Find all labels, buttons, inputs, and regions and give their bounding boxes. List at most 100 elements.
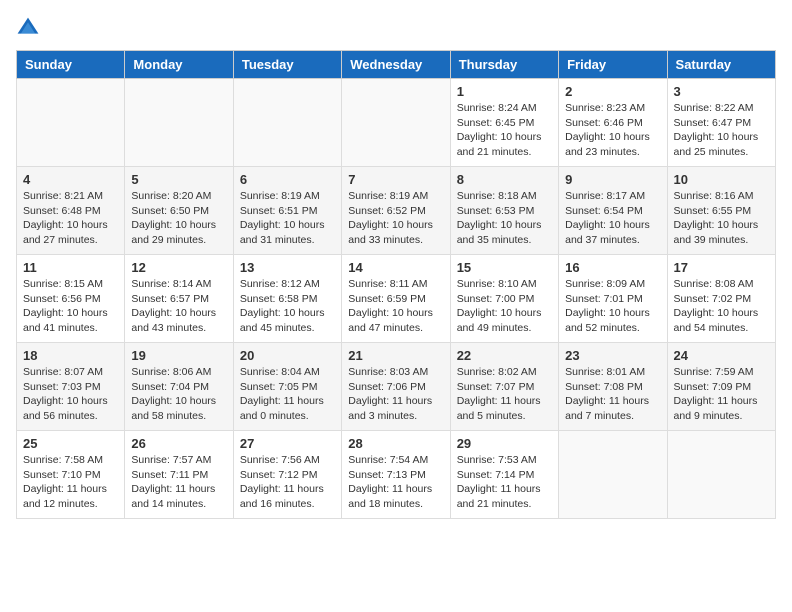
day-cell: [342, 79, 450, 167]
calendar-header-row: SundayMondayTuesdayWednesdayThursdayFrid…: [17, 51, 776, 79]
day-number: 17: [674, 260, 769, 275]
day-info: Sunrise: 8:19 AM Sunset: 6:51 PM Dayligh…: [240, 189, 335, 248]
day-cell: 20 Sunrise: 8:04 AM Sunset: 7:05 PM Dayli…: [233, 343, 341, 431]
day-cell: 11 Sunrise: 8:15 AM Sunset: 6:56 PM Dayli…: [17, 255, 125, 343]
day-cell: 6 Sunrise: 8:19 AM Sunset: 6:51 PM Daylig…: [233, 167, 341, 255]
day-number: 6: [240, 172, 335, 187]
logo-icon: [16, 16, 40, 40]
day-number: 20: [240, 348, 335, 363]
day-number: 27: [240, 436, 335, 451]
day-cell: [233, 79, 341, 167]
day-cell: 23Sunrise: 8:01 AM Sunset: 7:08 PM Dayli…: [559, 343, 667, 431]
day-info: Sunrise: 8:14 AM Sunset: 6:57 PM Dayligh…: [131, 277, 226, 336]
day-cell: [667, 431, 775, 519]
day-info: Sunrise: 8:19 AM Sunset: 6:52 PM Dayligh…: [348, 189, 443, 248]
day-cell: 24 Sunrise: 7:59 AM Sunset: 7:09 PM Dayli…: [667, 343, 775, 431]
day-info: Sunrise: 8:08 AM Sunset: 7:02 PM Dayligh…: [674, 277, 769, 336]
day-number: 18: [23, 348, 118, 363]
day-info: Sunrise: 8:02 AM Sunset: 7:07 PM Dayligh…: [457, 365, 552, 424]
day-info: Sunrise: 8:10 AM Sunset: 7:00 PM Dayligh…: [457, 277, 552, 336]
day-info: Sunrise: 7:53 AM Sunset: 7:14 PM Dayligh…: [457, 453, 552, 512]
day-info: Sunrise: 7:54 AM Sunset: 7:13 PM Dayligh…: [348, 453, 443, 512]
day-info: Sunrise: 8:20 AM Sunset: 6:50 PM Dayligh…: [131, 189, 226, 248]
logo: [16, 16, 44, 40]
day-info: Sunrise: 8:15 AM Sunset: 6:56 PM Dayligh…: [23, 277, 118, 336]
day-cell: 4Sunrise: 8:21 AM Sunset: 6:48 PM Daylig…: [17, 167, 125, 255]
column-header-sunday: Sunday: [17, 51, 125, 79]
day-cell: [559, 431, 667, 519]
day-cell: 2 Sunrise: 8:23 AM Sunset: 6:46 PM Daylig…: [559, 79, 667, 167]
day-number: 3: [674, 84, 769, 99]
day-number: 5: [131, 172, 226, 187]
week-row-5: 25 Sunrise: 7:58 AM Sunset: 7:10 PM Dayli…: [17, 431, 776, 519]
day-cell: 3 Sunrise: 8:22 AM Sunset: 6:47 PM Daylig…: [667, 79, 775, 167]
day-cell: 29 Sunrise: 7:53 AM Sunset: 7:14 PM Dayli…: [450, 431, 558, 519]
day-info: Sunrise: 7:59 AM Sunset: 7:09 PM Dayligh…: [674, 365, 769, 424]
day-info: Sunrise: 7:56 AM Sunset: 7:12 PM Dayligh…: [240, 453, 335, 512]
day-info: Sunrise: 8:22 AM Sunset: 6:47 PM Dayligh…: [674, 101, 769, 160]
day-number: 10: [674, 172, 769, 187]
week-row-4: 18 Sunrise: 8:07 AM Sunset: 7:03 PM Dayli…: [17, 343, 776, 431]
calendar-table: SundayMondayTuesdayWednesdayThursdayFrid…: [16, 50, 776, 519]
header: [16, 16, 776, 40]
day-cell: [125, 79, 233, 167]
day-info: Sunrise: 7:58 AM Sunset: 7:10 PM Dayligh…: [23, 453, 118, 512]
day-info: Sunrise: 8:21 AM Sunset: 6:48 PM Dayligh…: [23, 189, 118, 248]
day-cell: 5 Sunrise: 8:20 AM Sunset: 6:50 PM Daylig…: [125, 167, 233, 255]
day-cell: 19 Sunrise: 8:06 AM Sunset: 7:04 PM Dayli…: [125, 343, 233, 431]
column-header-friday: Friday: [559, 51, 667, 79]
day-cell: 18 Sunrise: 8:07 AM Sunset: 7:03 PM Dayli…: [17, 343, 125, 431]
day-info: Sunrise: 8:07 AM Sunset: 7:03 PM Dayligh…: [23, 365, 118, 424]
day-info: Sunrise: 8:24 AM Sunset: 6:45 PM Dayligh…: [457, 101, 552, 160]
column-header-tuesday: Tuesday: [233, 51, 341, 79]
day-info: Sunrise: 8:23 AM Sunset: 6:46 PM Dayligh…: [565, 101, 660, 160]
day-cell: 21 Sunrise: 8:03 AM Sunset: 7:06 PM Dayli…: [342, 343, 450, 431]
day-cell: [17, 79, 125, 167]
day-number: 25: [23, 436, 118, 451]
day-info: Sunrise: 8:03 AM Sunset: 7:06 PM Dayligh…: [348, 365, 443, 424]
day-number: 14: [348, 260, 443, 275]
day-info: Sunrise: 8:18 AM Sunset: 6:53 PM Dayligh…: [457, 189, 552, 248]
day-cell: 12 Sunrise: 8:14 AM Sunset: 6:57 PM Dayli…: [125, 255, 233, 343]
day-number: 15: [457, 260, 552, 275]
day-info: Sunrise: 8:11 AM Sunset: 6:59 PM Dayligh…: [348, 277, 443, 336]
day-number: 22: [457, 348, 552, 363]
day-number: 26: [131, 436, 226, 451]
day-number: 9: [565, 172, 660, 187]
day-cell: 1 Sunrise: 8:24 AM Sunset: 6:45 PM Daylig…: [450, 79, 558, 167]
day-cell: 10 Sunrise: 8:16 AM Sunset: 6:55 PM Dayli…: [667, 167, 775, 255]
day-cell: 26 Sunrise: 7:57 AM Sunset: 7:11 PM Dayli…: [125, 431, 233, 519]
day-cell: 8 Sunrise: 8:18 AM Sunset: 6:53 PM Daylig…: [450, 167, 558, 255]
day-number: 8: [457, 172, 552, 187]
day-number: 12: [131, 260, 226, 275]
day-cell: 22 Sunrise: 8:02 AM Sunset: 7:07 PM Dayli…: [450, 343, 558, 431]
week-row-2: 4Sunrise: 8:21 AM Sunset: 6:48 PM Daylig…: [17, 167, 776, 255]
week-row-1: 1 Sunrise: 8:24 AM Sunset: 6:45 PM Daylig…: [17, 79, 776, 167]
day-number: 19: [131, 348, 226, 363]
column-header-monday: Monday: [125, 51, 233, 79]
day-number: 2: [565, 84, 660, 99]
column-header-wednesday: Wednesday: [342, 51, 450, 79]
week-row-3: 11 Sunrise: 8:15 AM Sunset: 6:56 PM Dayli…: [17, 255, 776, 343]
day-info: Sunrise: 8:09 AM Sunset: 7:01 PM Dayligh…: [565, 277, 660, 336]
day-cell: 17 Sunrise: 8:08 AM Sunset: 7:02 PM Dayli…: [667, 255, 775, 343]
day-cell: 9Sunrise: 8:17 AM Sunset: 6:54 PM Daylig…: [559, 167, 667, 255]
day-info: Sunrise: 8:01 AM Sunset: 7:08 PM Dayligh…: [565, 365, 660, 424]
day-number: 24: [674, 348, 769, 363]
day-info: Sunrise: 8:12 AM Sunset: 6:58 PM Dayligh…: [240, 277, 335, 336]
day-number: 11: [23, 260, 118, 275]
day-cell: 15 Sunrise: 8:10 AM Sunset: 7:00 PM Dayli…: [450, 255, 558, 343]
day-info: Sunrise: 8:16 AM Sunset: 6:55 PM Dayligh…: [674, 189, 769, 248]
day-cell: 13 Sunrise: 8:12 AM Sunset: 6:58 PM Dayli…: [233, 255, 341, 343]
day-number: 29: [457, 436, 552, 451]
day-cell: 7Sunrise: 8:19 AM Sunset: 6:52 PM Daylig…: [342, 167, 450, 255]
column-header-saturday: Saturday: [667, 51, 775, 79]
day-info: Sunrise: 8:04 AM Sunset: 7:05 PM Dayligh…: [240, 365, 335, 424]
day-number: 21: [348, 348, 443, 363]
day-info: Sunrise: 7:57 AM Sunset: 7:11 PM Dayligh…: [131, 453, 226, 512]
day-number: 1: [457, 84, 552, 99]
day-info: Sunrise: 8:06 AM Sunset: 7:04 PM Dayligh…: [131, 365, 226, 424]
day-number: 13: [240, 260, 335, 275]
day-cell: 25 Sunrise: 7:58 AM Sunset: 7:10 PM Dayli…: [17, 431, 125, 519]
day-cell: 27 Sunrise: 7:56 AM Sunset: 7:12 PM Dayli…: [233, 431, 341, 519]
